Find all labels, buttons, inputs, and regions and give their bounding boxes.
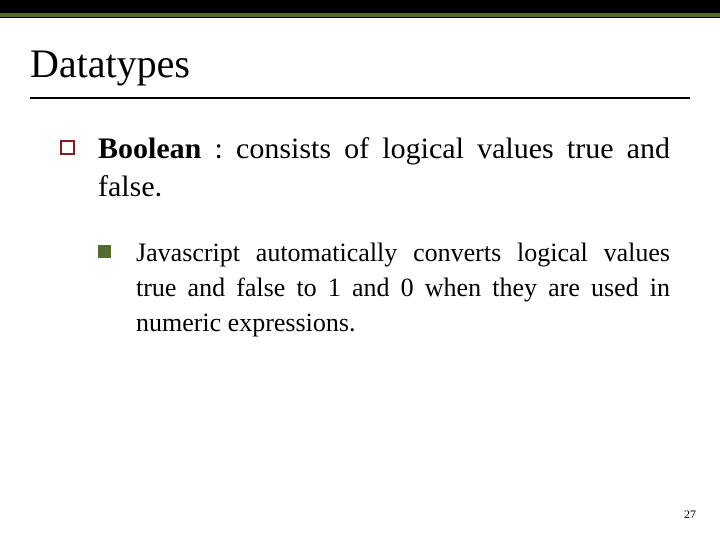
slide-body: Boolean : consists of logical values tru… [60,130,670,340]
bullet-level2: Javascript automatically converts logica… [98,235,670,340]
slide: Datatypes Boolean : consists of logical … [0,0,720,540]
bullet2-mid3: and [341,273,401,302]
bullet2-zero: 0 [401,273,414,302]
bullet2-mid1: and [176,273,236,302]
square-outline-bullet-icon [60,140,75,155]
page-number: 27 [684,507,696,522]
bullet2-mid2: to [285,273,328,302]
square-solid-bullet-icon [98,245,111,258]
bullet-level1: Boolean : consists of logical values tru… [60,130,670,207]
bullet1-sep: : [201,132,236,165]
bullet2-true: true [136,273,176,302]
bullet1-term: Boolean [98,132,201,165]
slide-title: Datatypes [30,40,190,87]
bullet2-pre: Javascript automatically converts logica… [136,238,670,267]
bullet2-false: false [236,273,285,302]
title-underline [30,97,690,99]
bullet2-one: 1 [328,273,341,302]
top-accent-band [0,0,720,18]
